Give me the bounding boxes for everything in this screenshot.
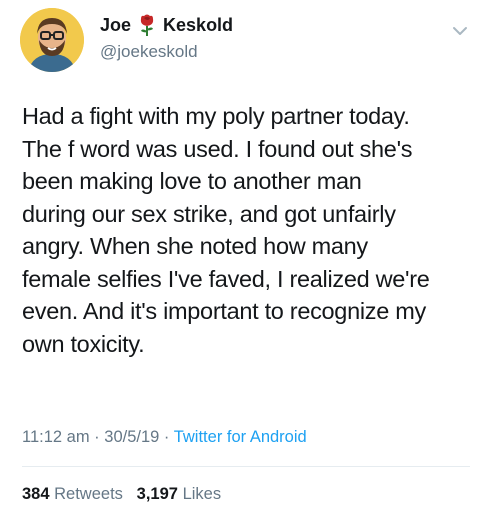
tweet-card: Joe Keskold @joekeskold Had a fight with… — [0, 0, 490, 512]
retweets-stat[interactable]: 384 Retweets — [22, 485, 123, 503]
divider — [22, 466, 470, 467]
likes-count: 3,197 — [136, 485, 178, 503]
retweets-count: 384 — [22, 485, 50, 503]
tweet-date[interactable]: 30/5/19 — [104, 428, 159, 446]
tweet-source-link[interactable]: Twitter for Android — [174, 428, 307, 446]
tweet-meta: 11:12 am · 30/5/19 · Twitter for Android — [22, 428, 307, 447]
last-name: Keskold — [163, 14, 234, 35]
likes-stat[interactable]: 3,197 Likes — [137, 485, 221, 503]
tweet-stats: 384 Retweets 3,197 Likes — [22, 485, 221, 504]
rose-icon — [137, 14, 157, 36]
meta-separator: · — [163, 428, 170, 446]
retweets-label: Retweets — [54, 485, 123, 503]
tweet-text: Had a fight with my poly partner today. … — [22, 103, 430, 357]
likes-label: Likes — [182, 485, 222, 503]
avatar[interactable] — [20, 8, 84, 72]
first-name: Joe — [100, 14, 132, 35]
meta-separator: · — [94, 428, 100, 446]
display-name[interactable]: Joe Keskold — [100, 14, 233, 36]
chevron-down-icon[interactable] — [450, 24, 470, 38]
user-handle[interactable]: @joekeskold — [100, 42, 198, 62]
tweet-time[interactable]: 11:12 am — [22, 428, 90, 446]
